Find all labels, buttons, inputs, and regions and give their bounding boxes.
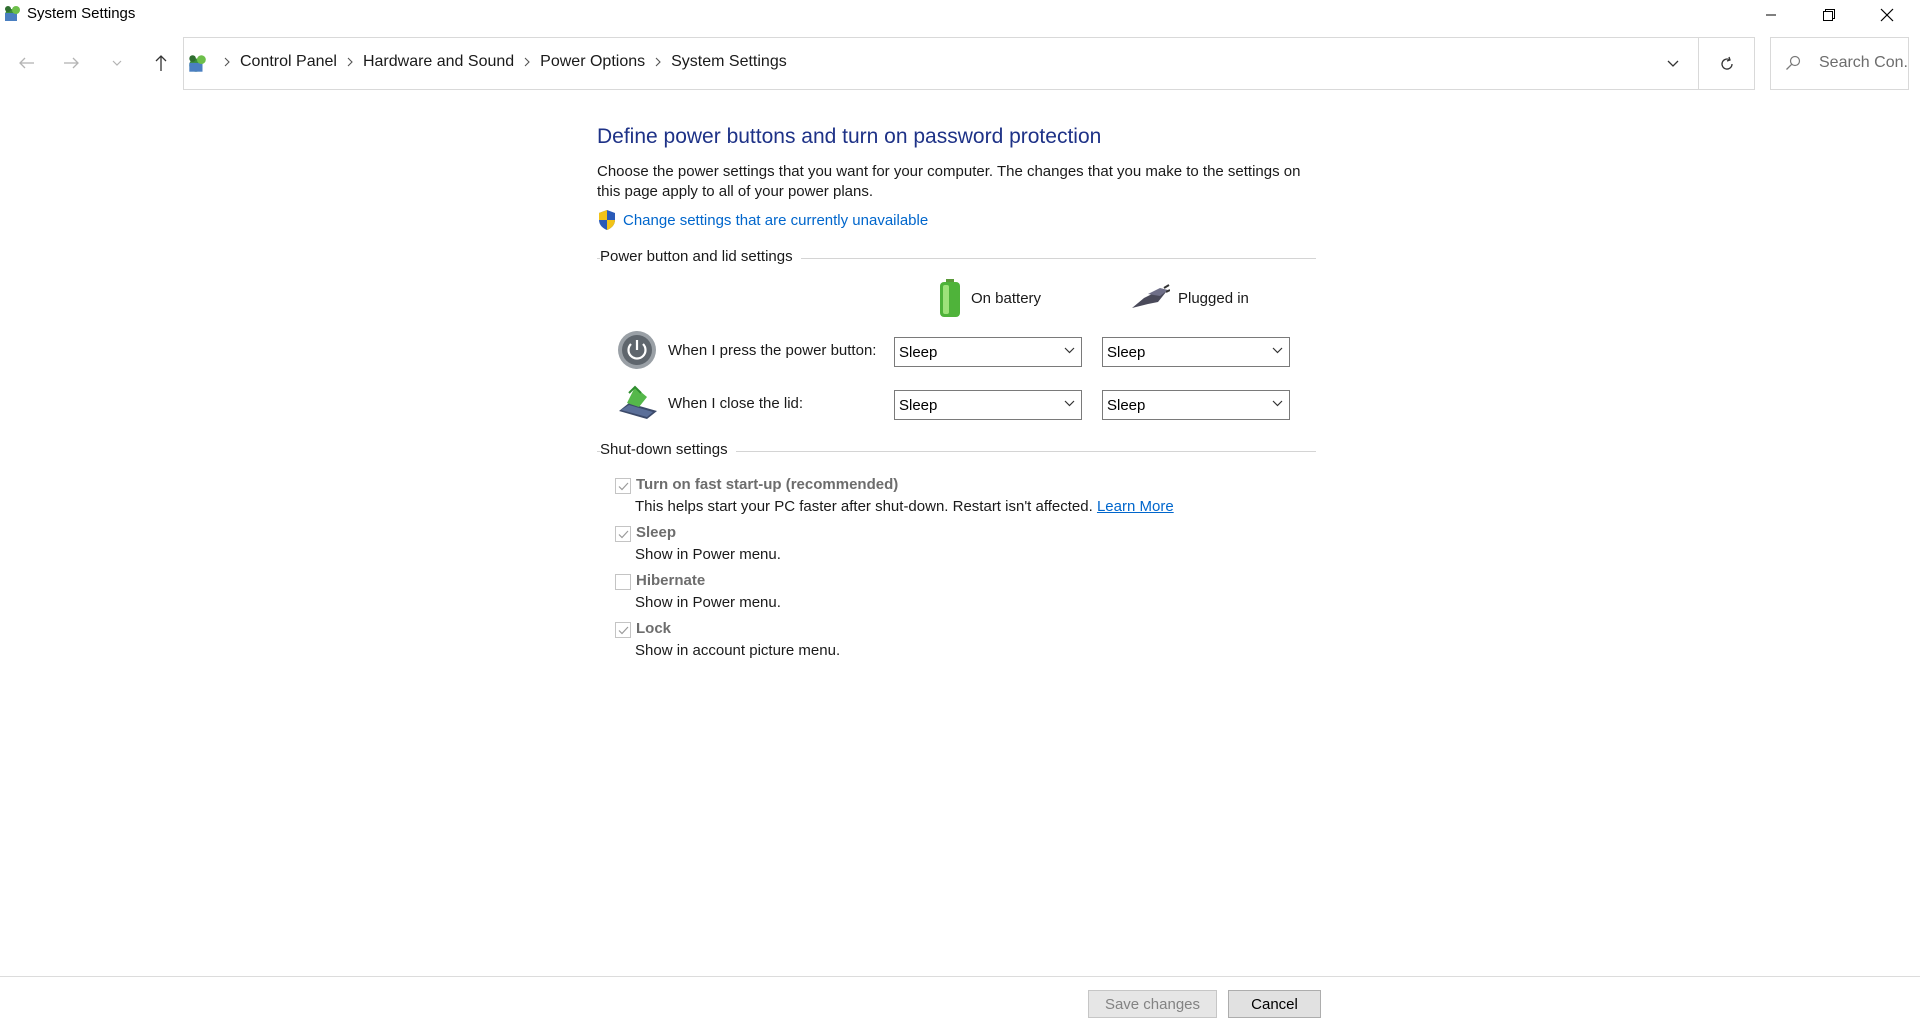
- restore-icon: [1823, 9, 1835, 21]
- control-panel-icon: [5, 6, 20, 21]
- plugged-in-header: Plugged in: [1130, 284, 1249, 312]
- sleep-checkbox[interactable]: [615, 526, 631, 542]
- address-history-button[interactable]: [1648, 38, 1698, 89]
- on-battery-label: On battery: [971, 289, 1042, 307]
- close-lid-plugged-value: Sleep: [1107, 396, 1146, 414]
- chevron-down-icon: [112, 60, 122, 66]
- window-title: System Settings: [27, 5, 136, 22]
- change-settings-row: Change settings that are currently unava…: [597, 209, 928, 231]
- minimize-button[interactable]: [1742, 0, 1800, 30]
- hibernate-desc: Show in Power menu.: [635, 594, 781, 611]
- search-box[interactable]: [1770, 37, 1909, 90]
- page-title: Define power buttons and turn on passwor…: [597, 125, 1102, 148]
- lock-title: Lock: [636, 620, 672, 637]
- chevron-down-icon: [1272, 400, 1283, 407]
- checkmark-icon: [618, 626, 628, 634]
- chevron-down-icon: [1064, 347, 1075, 354]
- arrow-left-icon: [19, 57, 34, 69]
- breadcrumb-power-options[interactable]: Power Options: [540, 53, 645, 71]
- back-button[interactable]: [12, 48, 42, 78]
- chevron-down-icon: [1272, 347, 1283, 354]
- on-battery-header: On battery: [935, 278, 1041, 318]
- chevron-down-icon: [1064, 400, 1075, 407]
- refresh-icon: [1720, 56, 1733, 70]
- chevron-down-icon: [1667, 60, 1679, 67]
- fast-startup-desc: This helps start your PC faster after sh…: [635, 498, 1174, 515]
- chevron-right-icon: [214, 57, 240, 67]
- arrow-right-icon: [64, 57, 79, 69]
- page-intro: Choose the power settings that you want …: [597, 163, 1301, 200]
- restore-button[interactable]: [1800, 0, 1858, 30]
- lock-checkbox[interactable]: [615, 622, 631, 638]
- shutdown-section-label: Shut-down settings: [600, 441, 736, 458]
- fast-startup-checkbox[interactable]: [615, 478, 631, 494]
- checkmark-icon: [618, 530, 628, 538]
- chevron-right-icon[interactable]: [645, 57, 671, 67]
- main-content: Define power buttons and turn on passwor…: [597, 125, 1317, 659]
- close-button[interactable]: [1858, 0, 1916, 30]
- close-lid-battery-select[interactable]: Sleep: [894, 390, 1082, 420]
- close-lid-label: When I close the lid:: [668, 395, 804, 412]
- power-button-icon: [618, 331, 656, 369]
- fast-startup-desc-text: This helps start your PC faster after sh…: [635, 498, 1093, 515]
- lock-desc: Show in account picture menu.: [635, 642, 841, 659]
- forward-button[interactable]: [56, 48, 86, 78]
- arrow-up-icon: [155, 55, 167, 71]
- change-settings-link[interactable]: Change settings that are currently unava…: [623, 212, 928, 229]
- close-lid-battery-value: Sleep: [899, 396, 938, 414]
- power-section-label: Power button and lid settings: [600, 248, 801, 265]
- chevron-right-icon[interactable]: [514, 57, 540, 67]
- power-button-battery-value: Sleep: [899, 343, 938, 361]
- hibernate-checkbox[interactable]: [615, 574, 631, 590]
- breadcrumb-system-settings[interactable]: System Settings: [671, 53, 787, 71]
- breadcrumb-hardware-and-sound[interactable]: Hardware and Sound: [363, 53, 514, 71]
- checkmark-icon: [618, 482, 628, 490]
- fast-startup-title: Turn on fast start-up (recommended): [636, 476, 899, 493]
- uac-shield-icon: [599, 210, 615, 230]
- refresh-button[interactable]: [1699, 37, 1755, 90]
- power-button-plugged-select[interactable]: Sleep: [1102, 337, 1290, 367]
- title-bar: System Settings: [0, 0, 1920, 30]
- search-icon: [1786, 55, 1801, 70]
- laptop-lid-icon: [619, 385, 657, 419]
- search-input[interactable]: [1819, 54, 1907, 72]
- control-panel-icon: [189, 55, 206, 72]
- up-button[interactable]: [146, 48, 176, 78]
- footer-divider: [0, 976, 1920, 977]
- power-button-plugged-value: Sleep: [1107, 343, 1146, 361]
- cancel-button[interactable]: Cancel: [1228, 990, 1321, 1018]
- address-bar[interactable]: Control Panel Hardware and Sound Power O…: [183, 37, 1699, 90]
- hibernate-title: Hibernate: [636, 572, 706, 589]
- plugged-in-label: Plugged in: [1178, 289, 1249, 307]
- learn-more-link[interactable]: Learn More: [1097, 498, 1174, 515]
- close-icon: [1880, 8, 1894, 22]
- power-plug-icon: [1132, 284, 1170, 308]
- power-button-battery-select[interactable]: Sleep: [894, 337, 1082, 367]
- breadcrumb-control-panel[interactable]: Control Panel: [240, 53, 337, 71]
- navigation-bar: Control Panel Hardware and Sound Power O…: [0, 36, 1920, 92]
- minimize-icon: [1766, 14, 1776, 16]
- power-button-label: When I press the power button:: [668, 342, 877, 359]
- sleep-title: Sleep: [636, 524, 677, 541]
- sleep-desc: Show in Power menu.: [635, 546, 781, 563]
- chevron-right-icon[interactable]: [337, 57, 363, 67]
- save-changes-button[interactable]: Save changes: [1088, 990, 1217, 1018]
- breadcrumb: Control Panel Hardware and Sound Power O…: [214, 53, 787, 71]
- recent-locations-button[interactable]: [102, 48, 132, 78]
- close-lid-plugged-select[interactable]: Sleep: [1102, 390, 1290, 420]
- battery-icon: [940, 279, 960, 317]
